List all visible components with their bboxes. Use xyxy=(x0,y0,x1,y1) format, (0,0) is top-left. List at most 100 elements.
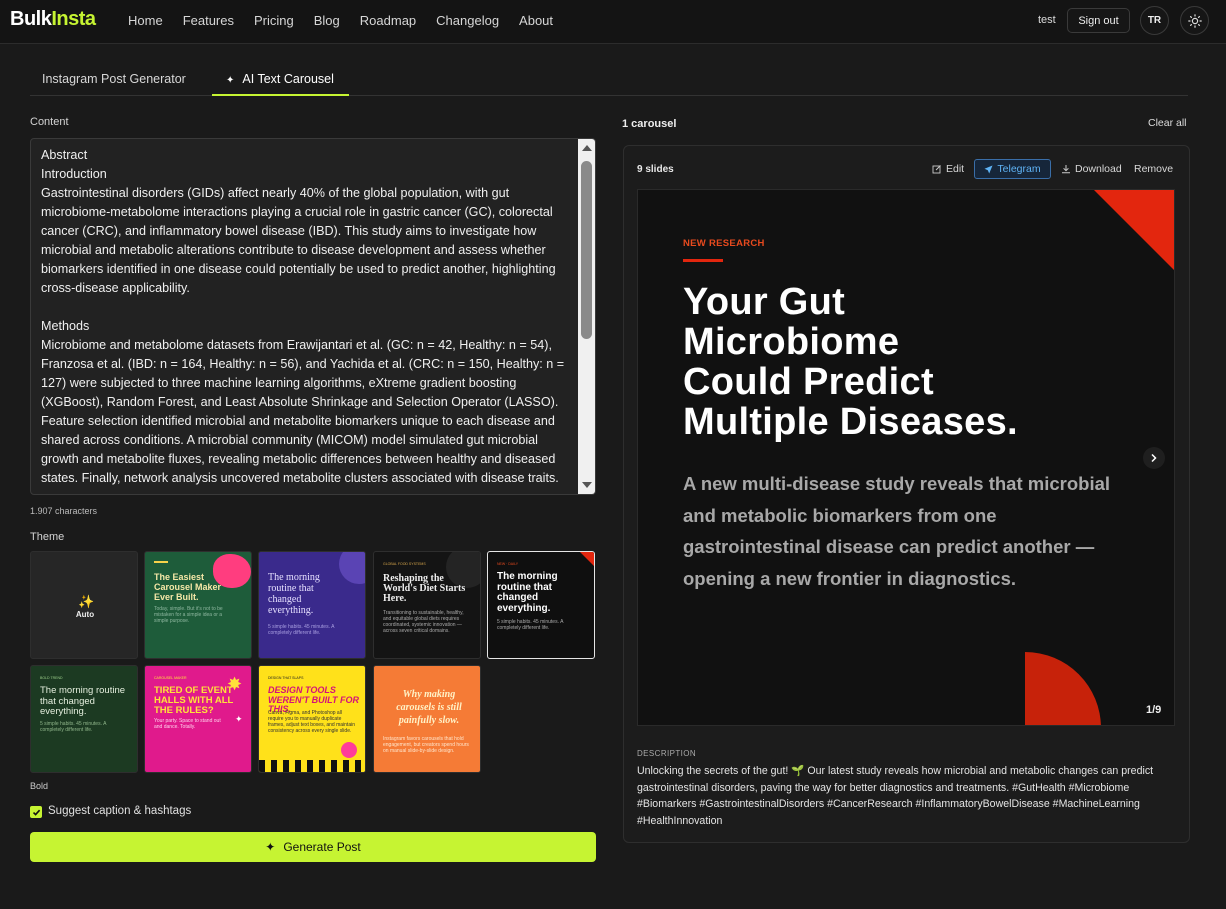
carousel-slide-preview[interactable]: NEW RESEARCH Your Gut Microbiome Could P… xyxy=(637,189,1175,726)
tab-ai-text-carousel[interactable]: ✦ AI Text Carousel xyxy=(226,72,334,86)
check-icon xyxy=(32,809,40,816)
download-icon xyxy=(1062,165,1070,174)
edit-button[interactable]: Edit xyxy=(932,163,964,175)
nav-home[interactable]: Home xyxy=(128,13,163,28)
clear-all-button[interactable]: Clear all xyxy=(1148,117,1187,129)
top-nav: BulkInsta Home Features Pricing Blog Roa… xyxy=(0,0,1226,44)
sun-icon xyxy=(1187,13,1202,28)
description-label: DESCRIPTION xyxy=(637,749,697,758)
nav-blog[interactable]: Blog xyxy=(314,13,340,28)
theme-yellow-tag: DESIGN THAT SLAPS xyxy=(268,676,304,680)
slide-kicker-underline xyxy=(683,259,723,262)
theme-pink-title: TIRED OF EVENT HALLS WITH ALL THE RULES? xyxy=(154,685,234,716)
edit-label: Edit xyxy=(946,163,965,175)
slide-title-line: Multiple Diseases. xyxy=(683,401,1018,443)
theme-card-diet[interactable]: GLOBAL FOOD SYSTEMS Reshaping the World'… xyxy=(373,551,481,659)
theme-yellow-sub: Canva, Figma, and Photoshop all require … xyxy=(268,710,355,734)
sign-out-button[interactable]: Sign out xyxy=(1067,8,1130,33)
description-text: Unlocking the secrets of the gut! 🌱 Our … xyxy=(637,765,1154,827)
slide-kicker: NEW RESEARCH xyxy=(683,238,765,249)
next-slide-button[interactable] xyxy=(1143,447,1165,469)
nav-links: Home Features Pricing Blog Roadmap Chang… xyxy=(128,13,573,28)
theme-bold-title: The morning routine that changed everyth… xyxy=(497,571,558,614)
content-text: Abstract Introduction Gastrointestinal d… xyxy=(41,148,565,485)
sparkle-wand-icon: ✨ xyxy=(78,594,95,609)
logo[interactable]: BulkInsta xyxy=(10,8,96,31)
theme-purple-title: The morning routine that changed everyth… xyxy=(268,572,320,616)
theme-purple-sub: 5 simple habits. 45 minutes. A completel… xyxy=(268,624,335,636)
telegram-label: Telegram xyxy=(997,163,1041,175)
theme-card-orange[interactable]: Why making carousels is still painfully … xyxy=(373,665,481,773)
theme-label: Theme xyxy=(30,531,65,543)
theme-pink-sparkle-icon: ✦ xyxy=(235,714,243,724)
carousel-count: 1 carousel xyxy=(622,118,677,130)
edit-icon xyxy=(932,165,941,174)
scroll-thumb[interactable] xyxy=(581,161,592,339)
theme-card-purple[interactable]: The morning routine that changed everyth… xyxy=(258,551,366,659)
generator-tabs: Instagram Post Generator ✦ AI Text Carous… xyxy=(30,62,1188,96)
theme-pink-sub: Your party. Space to stand out and dance… xyxy=(154,718,221,730)
sparkle-icon: ✦ xyxy=(226,75,235,86)
chevron-right-icon xyxy=(1151,453,1157,463)
suggest-caption-label[interactable]: Suggest caption & hashtags xyxy=(48,805,191,817)
theme-forest-tag: BOLD TREND xyxy=(40,676,63,680)
theme-card-green[interactable]: The Easiest Carousel Maker Ever Built. T… xyxy=(144,551,252,659)
avatar[interactable]: TR xyxy=(1140,6,1169,35)
character-count: 1.907 characters xyxy=(30,506,98,516)
theme-yellow-smiley-icon xyxy=(341,742,357,758)
tab-instagram-post-generator[interactable]: Instagram Post Generator xyxy=(42,72,186,86)
textarea-scrollbar[interactable] xyxy=(578,139,595,494)
theme-diet-sub: Transitioning to sustainable, healthy, a… xyxy=(383,610,464,634)
theme-bold-triangle xyxy=(580,552,594,566)
theme-card-pink[interactable]: ✸ ✦ CAROUSEL MAKER TIRED OF EVENT HALLS … xyxy=(144,665,252,773)
nav-changelog[interactable]: Changelog xyxy=(436,13,499,28)
slides-count: 9 slides xyxy=(637,164,674,175)
remove-button[interactable]: Remove xyxy=(1134,163,1173,175)
nav-about[interactable]: About xyxy=(519,13,553,28)
scroll-down-arrow-icon[interactable] xyxy=(582,482,592,488)
username: test xyxy=(1038,14,1056,26)
theme-bold-tag: NEW · DAILY xyxy=(497,562,519,566)
suggest-caption-checkbox[interactable] xyxy=(30,806,42,818)
theme-green-sub: Today, simple. But it's not to be mistak… xyxy=(154,606,223,624)
send-icon xyxy=(984,165,993,173)
telegram-button[interactable]: Telegram xyxy=(974,159,1051,179)
generate-post-label: Generate Post xyxy=(283,840,361,854)
theme-card-forest[interactable]: BOLD TREND The morning routine that chan… xyxy=(30,665,138,773)
content-label: Content xyxy=(30,116,69,128)
theme-orange-sub: Instagram favors carousels that hold eng… xyxy=(383,736,469,754)
theme-card-yellow[interactable]: DESIGN THAT SLAPS DESIGN TOOLS WEREN'T B… xyxy=(258,665,366,773)
sparkles-icon: ✦ xyxy=(265,840,276,854)
generate-post-button[interactable]: ✦ Generate Post xyxy=(30,832,596,862)
selected-theme-name: Bold xyxy=(30,781,49,791)
theme-green-accent-dot xyxy=(154,561,168,563)
download-button[interactable]: Download xyxy=(1061,163,1122,175)
corner-triangle-decoration xyxy=(1094,190,1174,270)
nav-features[interactable]: Features xyxy=(183,13,234,28)
theme-forest-title: The morning routine that changed everyth… xyxy=(40,685,126,717)
theme-green-title: The Easiest Carousel Maker Ever Built. xyxy=(154,572,222,602)
quarter-circle-decoration xyxy=(1025,652,1101,725)
slide-title: Your Gut Microbiome Could Predict Multip… xyxy=(683,282,1153,442)
theme-pink-tag: CAROUSEL MAKER xyxy=(154,676,187,680)
theme-card-auto[interactable]: ✨ Auto xyxy=(30,551,138,659)
theme-diet-title: Reshaping the World's Diet Starts Here. xyxy=(383,573,466,604)
slide-page-indicator: 1/9 xyxy=(1146,704,1162,716)
content-textarea[interactable]: Abstract Introduction Gastrointestinal d… xyxy=(30,138,596,495)
theme-card-bold[interactable]: NEW · DAILY The morning routine that cha… xyxy=(487,551,595,659)
slide-title-line: Your Gut xyxy=(683,281,846,323)
scroll-up-arrow-icon[interactable] xyxy=(582,145,592,151)
slide-body: A new multi-disease study reveals that m… xyxy=(683,473,1111,589)
theme-toggle-button[interactable] xyxy=(1180,6,1209,35)
active-tab-indicator xyxy=(212,94,349,96)
nav-roadmap[interactable]: Roadmap xyxy=(360,13,416,28)
theme-bold-sub: 5 simple habits. 45 minutes. A completel… xyxy=(497,619,564,631)
logo-part2: Insta xyxy=(51,8,96,30)
tab-ai-text-carousel-label: AI Text Carousel xyxy=(242,72,334,86)
slide-title-line: Could Predict xyxy=(683,361,934,403)
theme-auto-label: Auto xyxy=(75,610,95,619)
remove-label: Remove xyxy=(1134,163,1174,175)
logo-part1: Bulk xyxy=(10,8,52,30)
nav-pricing[interactable]: Pricing xyxy=(254,13,294,28)
slide-title-line: Microbiome xyxy=(683,321,900,363)
